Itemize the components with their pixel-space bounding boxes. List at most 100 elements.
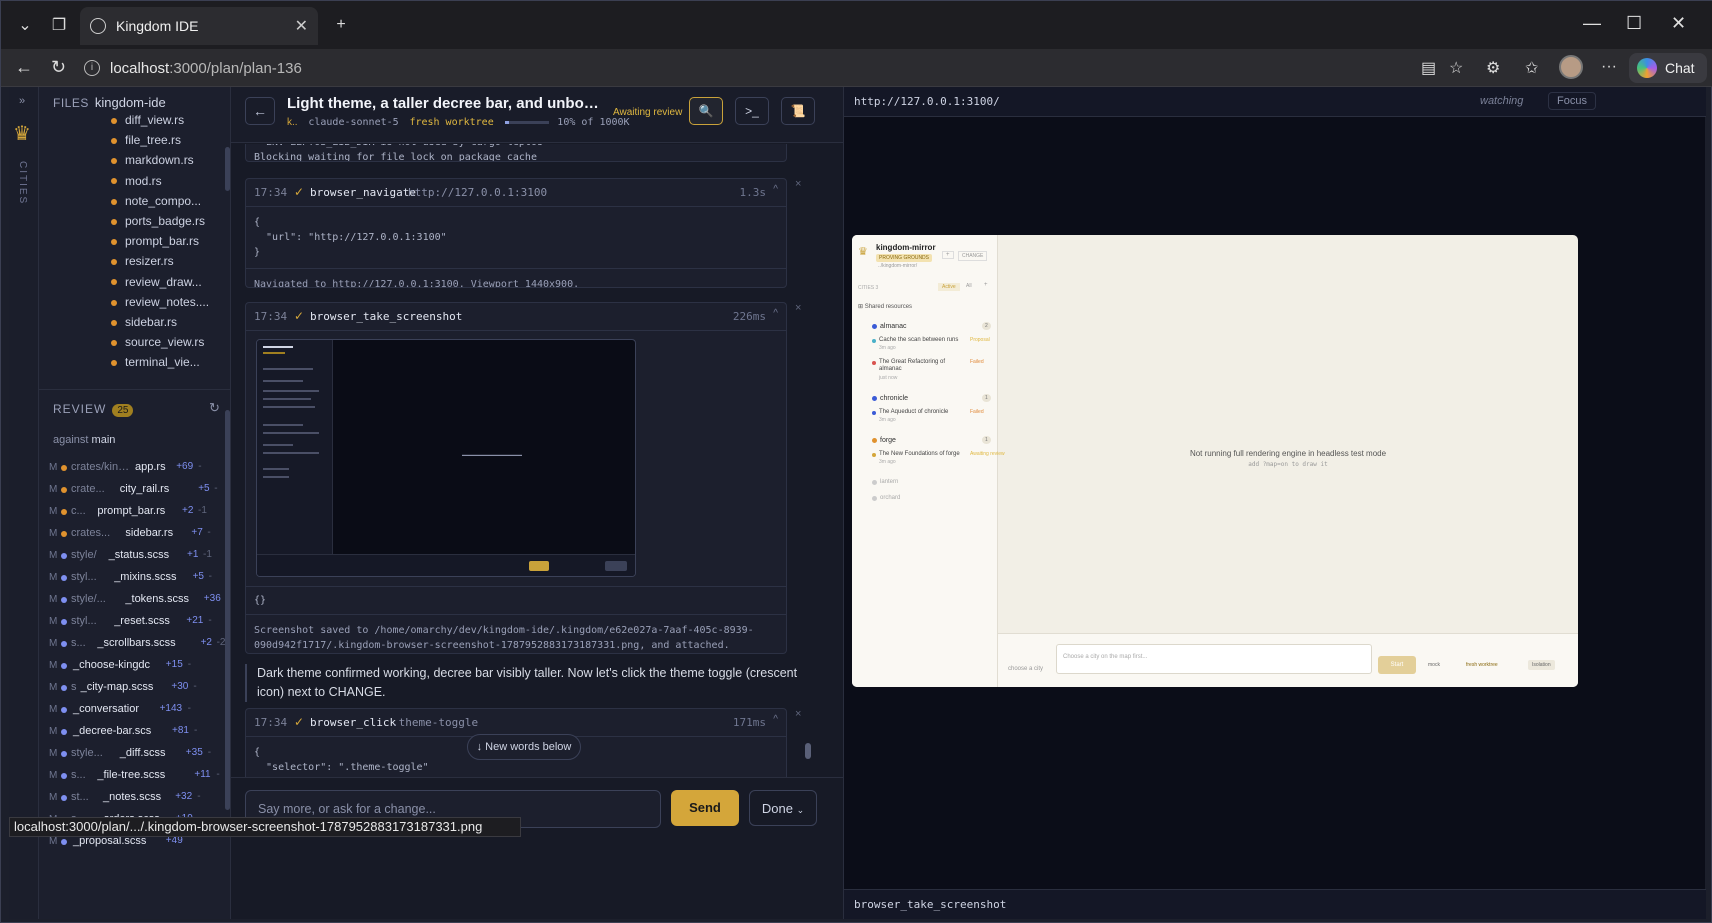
review-file-row[interactable]: Mstyle/ _status.scss +1 -1 <box>39 546 230 568</box>
thumb-line <box>263 368 313 370</box>
review-file-row[interactable]: Mstyle... _diff.scss +35- <box>39 744 230 766</box>
done-button[interactable]: Done ⌄ <box>749 790 817 826</box>
scroll-log-button[interactable]: 📜 <box>781 97 815 125</box>
dismiss-icon[interactable]: × <box>795 708 801 720</box>
url-field[interactable]: i localhost:3000/plan/plan-136 <box>84 53 1604 83</box>
browser-tab[interactable]: Kingdom IDE ✕ <box>80 7 318 45</box>
status-dot-icon <box>61 751 67 757</box>
review-file-row[interactable]: Mcrates... sidebar.rs +7- <box>39 524 230 546</box>
file-path: styl... <box>71 571 97 583</box>
review-file-row[interactable]: M _decree-bar.scs +81- <box>39 722 230 744</box>
item-dot-icon <box>872 339 876 343</box>
focus-button[interactable]: Focus <box>1548 92 1596 110</box>
file-tree-item[interactable]: review_notes.... <box>111 295 221 309</box>
review-scrollbar[interactable] <box>225 410 230 810</box>
copilot-chat-button[interactable]: Chat <box>1629 53 1707 83</box>
back-arrow-icon[interactable]: ← <box>15 57 33 78</box>
tool-card-header[interactable]: 17:34 ✓ browser_take_screenshot 226ms ^ <box>246 303 786 331</box>
file-tree-item[interactable]: diff_view.rs <box>111 113 221 127</box>
reader-mode-icon[interactable]: ▤ <box>1421 58 1436 78</box>
back-button[interactable]: ← <box>245 97 275 125</box>
file-tree-item[interactable]: review_draw... <box>111 275 221 289</box>
modified-dot-icon <box>111 158 117 165</box>
review-base: against main <box>53 434 115 446</box>
review-file-row[interactable]: Mcrates/king... app.rs +69- <box>39 458 230 480</box>
review-file-row[interactable]: Mcrate... city_rail.rs +5- <box>39 480 230 502</box>
mirror-path: ../kingdom-mirror/ <box>878 263 918 269</box>
review-file-row[interactable]: Ms... _file-tree.scss +11- <box>39 766 230 788</box>
screenshot-attachment[interactable]: ▬▬▬▬▬▬▬▬▬▬▬▬▬▬▬ <box>246 331 786 587</box>
mirror-choose: choose a city <box>1008 666 1044 672</box>
review-file-row[interactable]: Ms _city-map.scss +30- <box>39 678 230 700</box>
item-dot-icon <box>872 453 876 457</box>
file-path: style/... <box>71 593 106 605</box>
file-tree-item[interactable]: mod.rs <box>111 174 221 188</box>
change-type: M <box>49 484 58 495</box>
collapse-chevron-icon[interactable]: ^ <box>773 184 778 195</box>
tool-card-screenshot: 17:34 ✓ browser_take_screenshot 226ms ^ <box>245 302 787 654</box>
against-label: against <box>53 434 89 446</box>
collapse-chevron-icon[interactable]: ^ <box>773 308 778 319</box>
extensions-icon[interactable]: ⚙ <box>1486 58 1500 78</box>
review-file-row[interactable]: M _conversatior +143- <box>39 700 230 722</box>
status-dot-icon <box>61 531 67 537</box>
file-tree-item[interactable]: prompt_bar.rs <box>111 234 221 248</box>
screenshot-thumbnail[interactable]: ▬▬▬▬▬▬▬▬▬▬▬▬▬▬▬ <box>256 339 636 577</box>
dismiss-icon[interactable]: × <box>795 302 801 314</box>
favorite-star-icon[interactable]: ☆ <box>1449 58 1463 78</box>
file-name: note_compo... <box>125 193 202 208</box>
file-tree-item[interactable]: note_compo... <box>111 194 221 208</box>
review-file-row[interactable]: Mstyl... _reset.scss +21- <box>39 612 230 634</box>
close-tab-icon[interactable]: ✕ <box>295 16 308 36</box>
refresh-icon[interactable]: ↻ <box>209 400 220 416</box>
new-tab-icon[interactable]: + <box>325 9 357 41</box>
crown-icon[interactable]: ♛ <box>13 121 31 146</box>
favorites-icon[interactable]: ✩ <box>1525 58 1538 78</box>
maximize-icon[interactable]: ☐ <box>1626 13 1642 34</box>
site-info-icon[interactable]: i <box>84 60 100 76</box>
file-tree-item[interactable]: resizer.rs <box>111 254 221 268</box>
tab-list-chevron-icon[interactable]: ⌄ <box>9 9 41 41</box>
tool-name: browser_click <box>310 716 397 729</box>
search-button[interactable]: 🔍 <box>689 97 723 125</box>
review-count-badge: 25 <box>112 404 134 417</box>
file-tree-item[interactable]: terminal_vie... <box>111 355 221 369</box>
file-tree-item[interactable]: ports_badge.rs <box>111 214 221 228</box>
profile-avatar[interactable] <box>1559 55 1583 79</box>
file-tree-item[interactable]: source_view.rs <box>111 335 221 349</box>
expand-rail-icon[interactable]: » <box>19 95 25 107</box>
review-label: REVIEW <box>53 402 107 416</box>
deletions-count: - <box>198 461 202 472</box>
new-words-below-button[interactable]: ↓ New words below <box>467 734 581 760</box>
against-branch: main <box>91 434 116 446</box>
collapse-chevron-icon[interactable]: ^ <box>773 714 778 725</box>
mirror-city-count: 2 <box>982 322 991 330</box>
conversation-scrollbar[interactable] <box>805 743 811 759</box>
review-file-row[interactable]: Mc... prompt_bar.rs +2 -1 <box>39 502 230 524</box>
review-file-row[interactable]: Mstyle/... _tokens.scss +36 <box>39 590 230 612</box>
workspaces-icon[interactable]: ❐ <box>43 9 75 41</box>
tool-input: { "url": "http://127.0.0.1:3100" } <box>254 217 447 258</box>
review-file-row[interactable]: Mstyl... _mixins.scss +5- <box>39 568 230 590</box>
more-menu-icon[interactable]: ··· <box>1601 58 1617 76</box>
send-button[interactable]: Send <box>671 790 739 826</box>
minimize-icon[interactable]: — <box>1583 13 1601 34</box>
review-file-row[interactable]: Mst... _notes.scss +32- <box>39 788 230 810</box>
review-file-row[interactable]: M _choose-kingdc +15- <box>39 656 230 678</box>
reload-icon[interactable]: ↻ <box>51 57 66 78</box>
file-tree-item[interactable]: sidebar.rs <box>111 315 221 329</box>
tool-card-header[interactable]: 17:34 ✓ browser_click .theme-toggle 171m… <box>246 709 786 737</box>
idle-dot-icon <box>872 496 877 501</box>
file-tree-item[interactable]: file_tree.rs <box>111 133 221 147</box>
conversation-stream[interactable]: ENV LEPTOS_LIB_DIR is not used by cargo-… <box>231 144 843 844</box>
terminal-button[interactable]: >_ <box>735 97 769 125</box>
dismiss-icon[interactable]: × <box>795 178 801 190</box>
thumb-sidebar <box>257 340 333 576</box>
review-file-row[interactable]: Ms... _scrollbars.scss +2 -2 <box>39 634 230 656</box>
close-window-icon[interactable]: ✕ <box>1671 13 1686 34</box>
url-host: localhost <box>110 59 170 77</box>
file-name: _notes.scss <box>103 791 162 803</box>
tool-card-header[interactable]: 17:34 ✓ browser_navigate http://127.0.0.… <box>246 179 786 207</box>
file-tree-item[interactable]: markdown.rs <box>111 153 221 167</box>
file-scrollbar[interactable] <box>225 147 230 191</box>
